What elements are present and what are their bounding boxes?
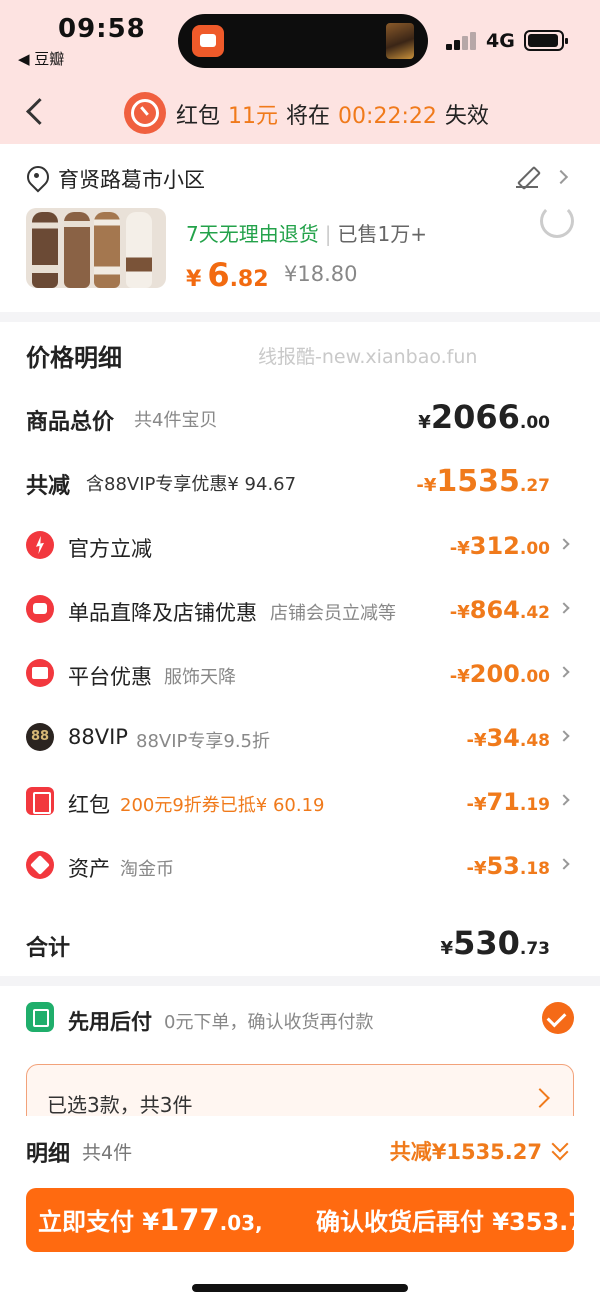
discount-amount-redpacket[interactable]: -¥71.19	[466, 788, 550, 816]
goods-total-label: 商品总价	[26, 410, 115, 435]
pay-now-amount: 立即支付 ¥177.03,	[38, 1203, 263, 1237]
price-decimal: .82	[229, 267, 269, 292]
status-bar: 09:58 ◀ 豆瓣 4G	[0, 0, 600, 80]
section-divider	[0, 312, 600, 322]
total-reduce-label: 共减	[26, 474, 71, 499]
selected-items-text: 已选3款，共3件	[47, 1093, 193, 1117]
discount-label-asset: 资产	[68, 857, 110, 881]
countdown-suffix: 失效	[444, 104, 489, 129]
price-integer: 6	[207, 256, 230, 294]
chevron-right-icon	[530, 1088, 550, 1108]
sum-label: 合计	[26, 936, 71, 961]
discount-label-redpacket: 红包	[68, 793, 110, 817]
price-detail-title: 价格明细	[26, 344, 122, 372]
goods-total-note: 共4件宝贝	[134, 410, 218, 431]
battery-icon	[524, 30, 568, 51]
detail-title[interactable]: 明细	[26, 1136, 70, 1168]
loading-spinner-icon	[540, 204, 574, 238]
countdown-minutes: 22	[373, 104, 402, 129]
return-policy-tag: 7天无理由退货	[186, 222, 319, 246]
sum-amount: ¥530.73	[440, 924, 550, 962]
88vip-icon: 88	[26, 723, 54, 751]
original-price: ¥18.80	[284, 262, 358, 286]
discount-amount-official[interactable]: -¥312.00	[450, 532, 550, 560]
bottom-bar: 明细 共4件 共减¥1535.27 立即支付 ¥177.03, 确认收货后再付 …	[0, 1116, 600, 1300]
discount-label-shop: 单品直降及店铺优惠	[68, 601, 257, 625]
status-time: 09:58	[58, 14, 146, 44]
network-type: 4G	[486, 30, 515, 52]
discount-amount-platform[interactable]: -¥200.00	[450, 660, 550, 688]
product-tags: 7天无理由退货 | 已售1万+	[186, 222, 427, 246]
discount-note-platform: 服饰天降	[164, 667, 236, 688]
watermark: 线报酷-new.xianbao.fun	[258, 346, 478, 368]
pay-later-label: 先用后付	[68, 1010, 152, 1034]
address-product-card: 育贤路葛市小区 7天无理由退货 | 已售1万+ ¥6.82 ¥18.80	[0, 144, 600, 312]
media-thumbnail	[386, 23, 414, 59]
red-packet-icon	[26, 787, 54, 815]
home-indicator[interactable]	[192, 1284, 408, 1292]
taobao-app-icon	[192, 25, 224, 57]
chevron-right-icon[interactable]	[558, 730, 570, 742]
sold-count-tag: 已售1万+	[337, 222, 427, 246]
countdown-hours: 00	[338, 104, 367, 129]
discount-note-redpacket: 200元9折券已抵¥ 60.19	[120, 795, 325, 816]
discount-amount-asset[interactable]: -¥53.18	[466, 852, 550, 880]
discount-label-official: 官方立减	[68, 537, 152, 561]
pay-later-note: 0元下单，确认收货再付款	[164, 1012, 374, 1033]
price-currency: ¥	[186, 267, 202, 292]
signal-icon	[446, 32, 478, 50]
countdown-middle: 将在	[286, 104, 331, 129]
pay-later-icon	[26, 1002, 54, 1032]
discount-label-platform: 平台优惠	[68, 665, 152, 689]
pay-now-button[interactable]: 立即支付 ¥177.03, 确认收货后再付 ¥353.7	[26, 1188, 585, 1252]
chevron-right-icon[interactable]	[558, 666, 570, 678]
chevron-right-icon[interactable]	[558, 602, 570, 614]
discount-note-88vip: 88VIP专享9.5折	[136, 731, 271, 752]
back-arrow-icon[interactable]	[24, 98, 44, 124]
detail-total-reduce[interactable]: 共减¥1535.27	[390, 1136, 542, 1166]
delivery-address[interactable]: 育贤路葛市小区	[58, 164, 205, 194]
discount-label-88vip: 88VIP	[68, 725, 128, 749]
red-packet-countdown: 红包 11元 将在 00:22:22 失效	[176, 104, 489, 129]
double-chevron-down-icon[interactable]	[550, 1140, 570, 1160]
product-image[interactable]	[26, 208, 166, 288]
chevron-right-icon[interactable]	[558, 794, 570, 806]
total-reduce-note: 含88VIP专享优惠¥ 94.67	[86, 474, 297, 495]
total-reduce-amount: -¥1535.27	[416, 464, 550, 499]
dynamic-island	[178, 14, 428, 68]
location-pin-icon	[26, 166, 46, 188]
detail-count: 共4件	[82, 1142, 133, 1164]
discount-note-shop: 店铺会员立减等	[270, 603, 396, 624]
address-chevron-icon[interactable]	[553, 169, 569, 185]
discount-amount-shop[interactable]: -¥864.42	[450, 596, 550, 624]
flash-icon	[26, 531, 54, 559]
countdown-seconds: 22	[408, 104, 437, 129]
countdown-prefix: 红包	[176, 104, 221, 129]
pay-after-receipt: 确认收货后再付 ¥353.7	[316, 1208, 585, 1236]
pay-later-checkbox[interactable]	[542, 1002, 574, 1034]
chevron-right-icon[interactable]	[558, 538, 570, 550]
edit-icon[interactable]	[516, 166, 538, 188]
asset-icon	[26, 851, 54, 879]
goods-total-amount: ¥2066.00	[418, 398, 550, 436]
chevron-right-icon[interactable]	[558, 858, 570, 870]
back-to-app-link[interactable]: ◀ 豆瓣	[18, 48, 64, 69]
discount-note-asset: 淘金币	[120, 859, 174, 880]
platform-coupon-icon	[26, 659, 54, 687]
discount-amount-88vip[interactable]: -¥34.48	[466, 724, 550, 752]
product-price: ¥6.82	[186, 256, 269, 294]
page-header: 红包 11元 将在 00:22:22 失效	[0, 80, 600, 144]
red-packet-amount: 11元	[228, 104, 279, 129]
section-divider	[0, 976, 600, 986]
timer-icon	[124, 92, 166, 134]
shop-icon	[26, 595, 54, 623]
